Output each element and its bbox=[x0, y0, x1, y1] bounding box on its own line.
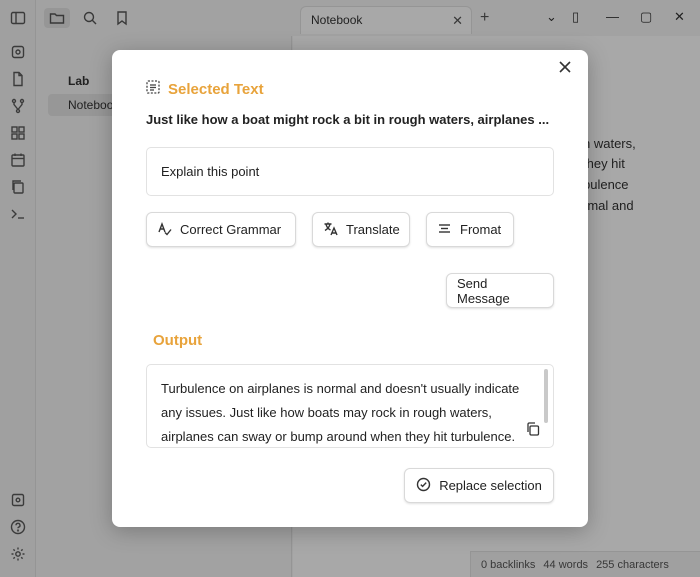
check-circle-icon bbox=[416, 477, 431, 495]
translate-icon bbox=[323, 221, 338, 239]
send-message-label: Send Message bbox=[457, 275, 510, 306]
selected-text-preview: Just like how a boat might rock a bit in… bbox=[146, 112, 550, 127]
output-scrollbar[interactable] bbox=[544, 369, 548, 423]
text-select-icon bbox=[146, 80, 160, 99]
format-button[interactable]: Fromat bbox=[426, 212, 514, 247]
output-box[interactable]: Turbulence on airplanes is normal and do… bbox=[146, 364, 554, 448]
selected-text-title: Selected Text bbox=[168, 81, 264, 98]
spell-check-icon bbox=[157, 221, 172, 239]
prompt-input[interactable]: Explain this point bbox=[146, 147, 554, 196]
translate-button[interactable]: Translate bbox=[312, 212, 410, 247]
selected-text-header: Selected Text bbox=[146, 80, 264, 99]
replace-selection-button[interactable]: Replace selection bbox=[404, 468, 554, 503]
align-lines-icon bbox=[437, 221, 452, 239]
format-label: Fromat bbox=[460, 222, 502, 237]
translate-label: Translate bbox=[346, 222, 400, 237]
correct-grammar-label: Correct Grammar bbox=[180, 222, 282, 237]
output-text: Turbulence on airplanes is normal and do… bbox=[161, 381, 520, 444]
correct-grammar-button[interactable]: Correct Grammar bbox=[146, 212, 296, 247]
output-title: Output bbox=[153, 332, 203, 349]
close-icon[interactable] bbox=[556, 58, 574, 76]
replace-selection-label: Replace selection bbox=[439, 478, 542, 493]
ai-assistant-modal: Selected Text Just like how a boat might… bbox=[112, 50, 588, 527]
copy-icon[interactable] bbox=[525, 421, 541, 437]
send-message-button[interactable]: Send Message bbox=[446, 273, 554, 308]
